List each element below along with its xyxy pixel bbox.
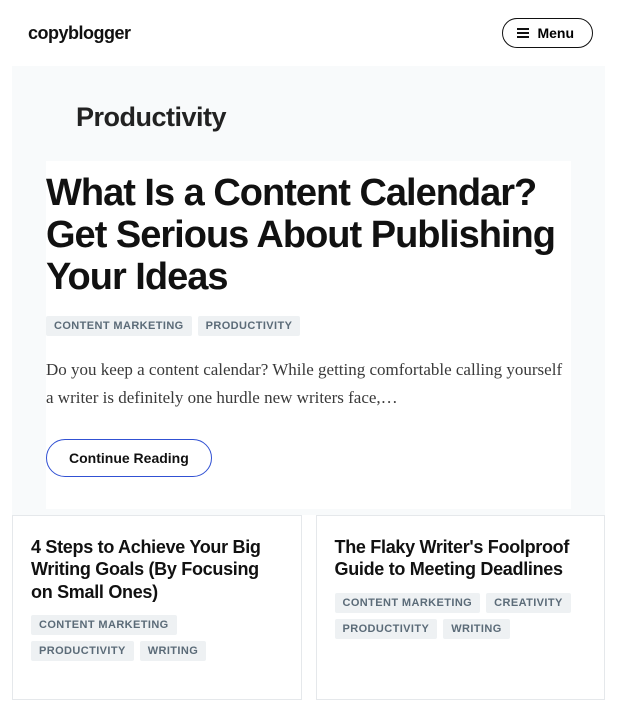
tag[interactable]: CONTENT MARKETING	[335, 593, 481, 613]
article-card[interactable]: 4 Steps to Achieve Your Big Writing Goal…	[12, 515, 302, 701]
category-section: Productivity What Is a Content Calendar?…	[12, 66, 605, 515]
tag[interactable]: WRITING	[443, 619, 509, 639]
article-grid: 4 Steps to Achieve Your Big Writing Goal…	[0, 515, 617, 712]
site-logo[interactable]: copyblogger	[28, 23, 131, 44]
article-card[interactable]: The Flaky Writer's Foolproof Guide to Me…	[316, 515, 606, 701]
hamburger-icon	[517, 28, 529, 38]
tag[interactable]: PRODUCTIVITY	[198, 316, 301, 336]
menu-label: Menu	[537, 25, 574, 41]
feature-excerpt: Do you keep a content calendar? While ge…	[46, 356, 571, 410]
menu-button[interactable]: Menu	[502, 18, 593, 48]
tag[interactable]: PRODUCTIVITY	[31, 641, 134, 661]
site-header: copyblogger Menu	[0, 0, 617, 66]
card-title[interactable]: 4 Steps to Achieve Your Big Writing Goal…	[31, 536, 283, 604]
tag[interactable]: WRITING	[140, 641, 206, 661]
tag[interactable]: CREATIVITY	[486, 593, 571, 613]
tag[interactable]: CONTENT MARKETING	[31, 615, 177, 635]
tag[interactable]: CONTENT MARKETING	[46, 316, 192, 336]
feature-article: What Is a Content Calendar? Get Serious …	[46, 161, 571, 509]
card-tags: CONTENT MARKETING CREATIVITY PRODUCTIVIT…	[335, 593, 587, 639]
feature-title[interactable]: What Is a Content Calendar? Get Serious …	[46, 173, 571, 316]
card-tags: CONTENT MARKETING PRODUCTIVITY WRITING	[31, 615, 283, 661]
continue-reading-button[interactable]: Continue Reading	[46, 439, 212, 477]
tag[interactable]: PRODUCTIVITY	[335, 619, 438, 639]
feature-tags: CONTENT MARKETING PRODUCTIVITY	[46, 316, 571, 336]
card-title[interactable]: The Flaky Writer's Foolproof Guide to Me…	[335, 536, 587, 581]
category-title: Productivity	[46, 102, 571, 161]
